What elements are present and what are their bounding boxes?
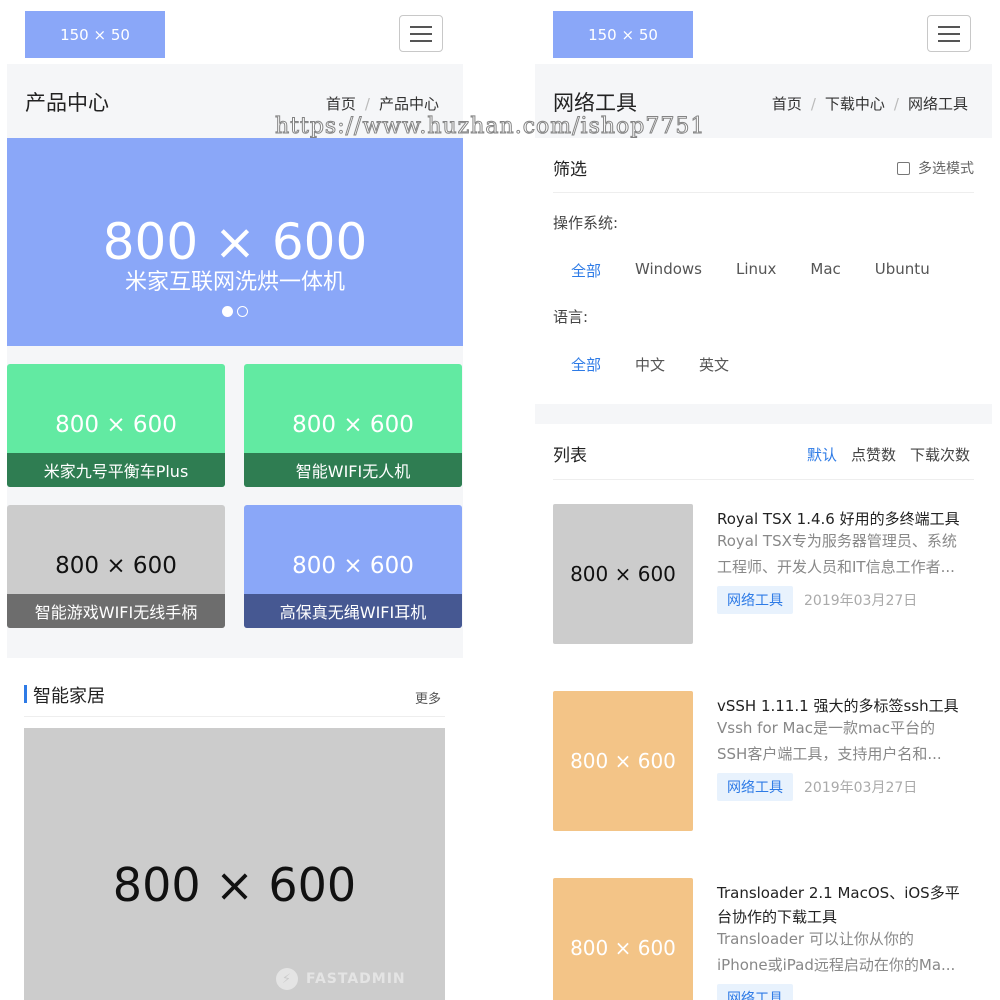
download-center-screen: 150 × 50 网络工具 首页 / 下载中心 / 网络工具 筛选 多选模式 操作系统:… (535, 0, 992, 1000)
item-description: Transloader 可以让你从你的 iPhone或iPad远程启动在你的Ma… (717, 930, 956, 974)
breadcrumb-separator: / (893, 95, 899, 113)
language-option[interactable]: 全部 (571, 354, 601, 375)
item-thumbnail[interactable]: 800 × 600 (553, 691, 693, 831)
category-tag[interactable]: 网络工具 (717, 984, 793, 1000)
breadcrumb: 首页 / 产品中心 (326, 93, 439, 114)
os-filter-label: 操作系统: (553, 214, 619, 232)
breadcrumb: 首页 / 下载中心 / 网络工具 (772, 93, 968, 114)
product-size-label: 800 × 600 (55, 412, 177, 438)
section-accent-bar (24, 685, 27, 703)
list-item[interactable]: 800 × 600 Royal TSX 1.4.6 好用的多终端工具 Royal… (553, 504, 974, 646)
item-title[interactable]: Transloader 2.1 MacOS、iOS多平台协作的下载工具 (717, 881, 974, 929)
item-thumbnail[interactable]: 800 × 600 (553, 504, 693, 644)
section-divider (535, 404, 992, 424)
banner-caption: 米家互联网洗烘一体机 (124, 270, 345, 295)
item-date: 2019年03月27日 (804, 780, 918, 796)
bolt-icon: ⚡ (276, 968, 298, 990)
sort-option[interactable]: 点赞数 (851, 444, 896, 465)
hamburger-icon (410, 25, 432, 28)
item-meta: 网络工具 2019年03月27日 (717, 586, 917, 614)
product-size-label: 800 × 600 (292, 553, 414, 579)
breadcrumb-home[interactable]: 首页 (772, 95, 802, 113)
product-grid: 800 × 600 米家九号平衡车Plus 800 × 600 智能WIFI无人… (7, 346, 463, 658)
item-description: Royal TSX专为服务器管理员、系统 工程师、开发人员和IT信息工作者... (717, 532, 957, 576)
breadcrumb-separator: / (810, 95, 816, 113)
product-card[interactable]: 800 × 600 智能游戏WIFI无线手柄 (7, 505, 225, 628)
more-link[interactable]: 更多 (415, 688, 441, 707)
banner-carousel[interactable]: 800 × 600 米家互联网洗烘一体机 (7, 138, 463, 346)
list-title: 列表 (553, 446, 587, 466)
breadcrumb-current: 网络工具 (907, 95, 968, 113)
product-caption: 米家九号平衡车Plus (7, 453, 225, 487)
page-title: 产品中心 (25, 91, 109, 115)
breadcrumb-separator: / (364, 95, 370, 113)
product-caption: 智能WIFI无人机 (244, 453, 462, 487)
site-watermark: https://www.huzhan.com/ishop7751 (274, 114, 706, 140)
item-meta: 网络工具 2019年03月27日 (717, 773, 917, 801)
carousel-dot[interactable] (222, 306, 233, 317)
item-description: Vssh for Mac是一款mac平台的 SSH客户端工具，支持用户名和... (717, 719, 942, 763)
breadcrumb-current: 产品中心 (378, 95, 439, 113)
os-option[interactable]: Ubuntu (875, 260, 930, 281)
list-header: 列表 默认 点赞数 下载次数 (553, 424, 974, 480)
hamburger-icon (938, 25, 960, 28)
os-option[interactable]: Linux (736, 260, 776, 281)
item-meta: 网络工具 (717, 984, 793, 1000)
product-size-label: 800 × 600 (292, 412, 414, 438)
page-title: 网络工具 (553, 91, 637, 115)
product-caption: 智能游戏WIFI无线手柄 (7, 594, 225, 628)
product-card[interactable]: 800 × 600 智能WIFI无人机 (244, 364, 462, 487)
category-tag[interactable]: 网络工具 (717, 773, 793, 801)
product-card[interactable]: 800 × 600 高保真无绳WIFI耳机 (244, 505, 462, 628)
fastadmin-watermark: ⚡ FASTADMIN (276, 968, 406, 990)
product-caption: 高保真无绳WIFI耳机 (244, 594, 462, 628)
product-center-screen: 150 × 50 产品中心 首页 / 产品中心 800 × 600 米家互联网洗烘一… (7, 0, 463, 1000)
section-image[interactable]: 800 × 600 ⚡ FASTADMIN (24, 728, 445, 1000)
smart-home-section-header: 智能家居 更多 (24, 676, 445, 717)
breadcrumb-downloads[interactable]: 下载中心 (825, 95, 885, 113)
sort-options: 默认 点赞数 下载次数 (807, 444, 970, 465)
multi-select-toggle[interactable]: 多选模式 (897, 158, 974, 178)
category-tag[interactable]: 网络工具 (717, 586, 793, 614)
filter-header: 筛选 多选模式 (553, 138, 974, 193)
os-option[interactable]: Windows (635, 260, 702, 281)
filter-title: 筛选 (553, 160, 587, 180)
product-card[interactable]: 800 × 600 米家九号平衡车Plus (7, 364, 225, 487)
item-date: 2019年03月27日 (804, 593, 918, 609)
multi-select-label: 多选模式 (918, 161, 974, 177)
language-option[interactable]: 中文 (635, 354, 665, 375)
os-option[interactable]: 全部 (571, 260, 601, 281)
breadcrumb-home[interactable]: 首页 (326, 95, 356, 113)
multi-select-checkbox[interactable] (897, 161, 910, 175)
sort-option[interactable]: 默认 (807, 444, 837, 465)
sort-option[interactable]: 下载次数 (910, 444, 970, 465)
list-item[interactable]: 800 × 600 vSSH 1.11.1 强大的多标签ssh工具 Vssh f… (553, 691, 974, 833)
logo-placeholder[interactable]: 150 × 50 (25, 11, 165, 58)
list-item[interactable]: 800 × 600 Transloader 2.1 MacOS、iOS多平台协作… (553, 878, 974, 1000)
menu-toggle-button[interactable] (927, 15, 971, 52)
menu-toggle-button[interactable] (399, 15, 443, 52)
language-filter-label: 语言: (553, 308, 589, 326)
section-title: 智能家居 (33, 686, 105, 707)
product-size-label: 800 × 600 (55, 553, 177, 579)
language-option[interactable]: 英文 (699, 354, 729, 375)
os-filter-options: 全部 Windows Linux Mac Ubuntu (571, 260, 964, 281)
item-thumbnail[interactable]: 800 × 600 (553, 878, 693, 1000)
carousel-dot[interactable] (237, 306, 248, 317)
logo-placeholder[interactable]: 150 × 50 (553, 11, 693, 58)
carousel-indicators (7, 306, 463, 317)
banner-size-label: 800 × 600 (102, 213, 368, 271)
language-filter-options: 全部 中文 英文 (571, 354, 763, 375)
os-option[interactable]: Mac (810, 260, 840, 281)
section-image-size-label: 800 × 600 (112, 858, 357, 912)
